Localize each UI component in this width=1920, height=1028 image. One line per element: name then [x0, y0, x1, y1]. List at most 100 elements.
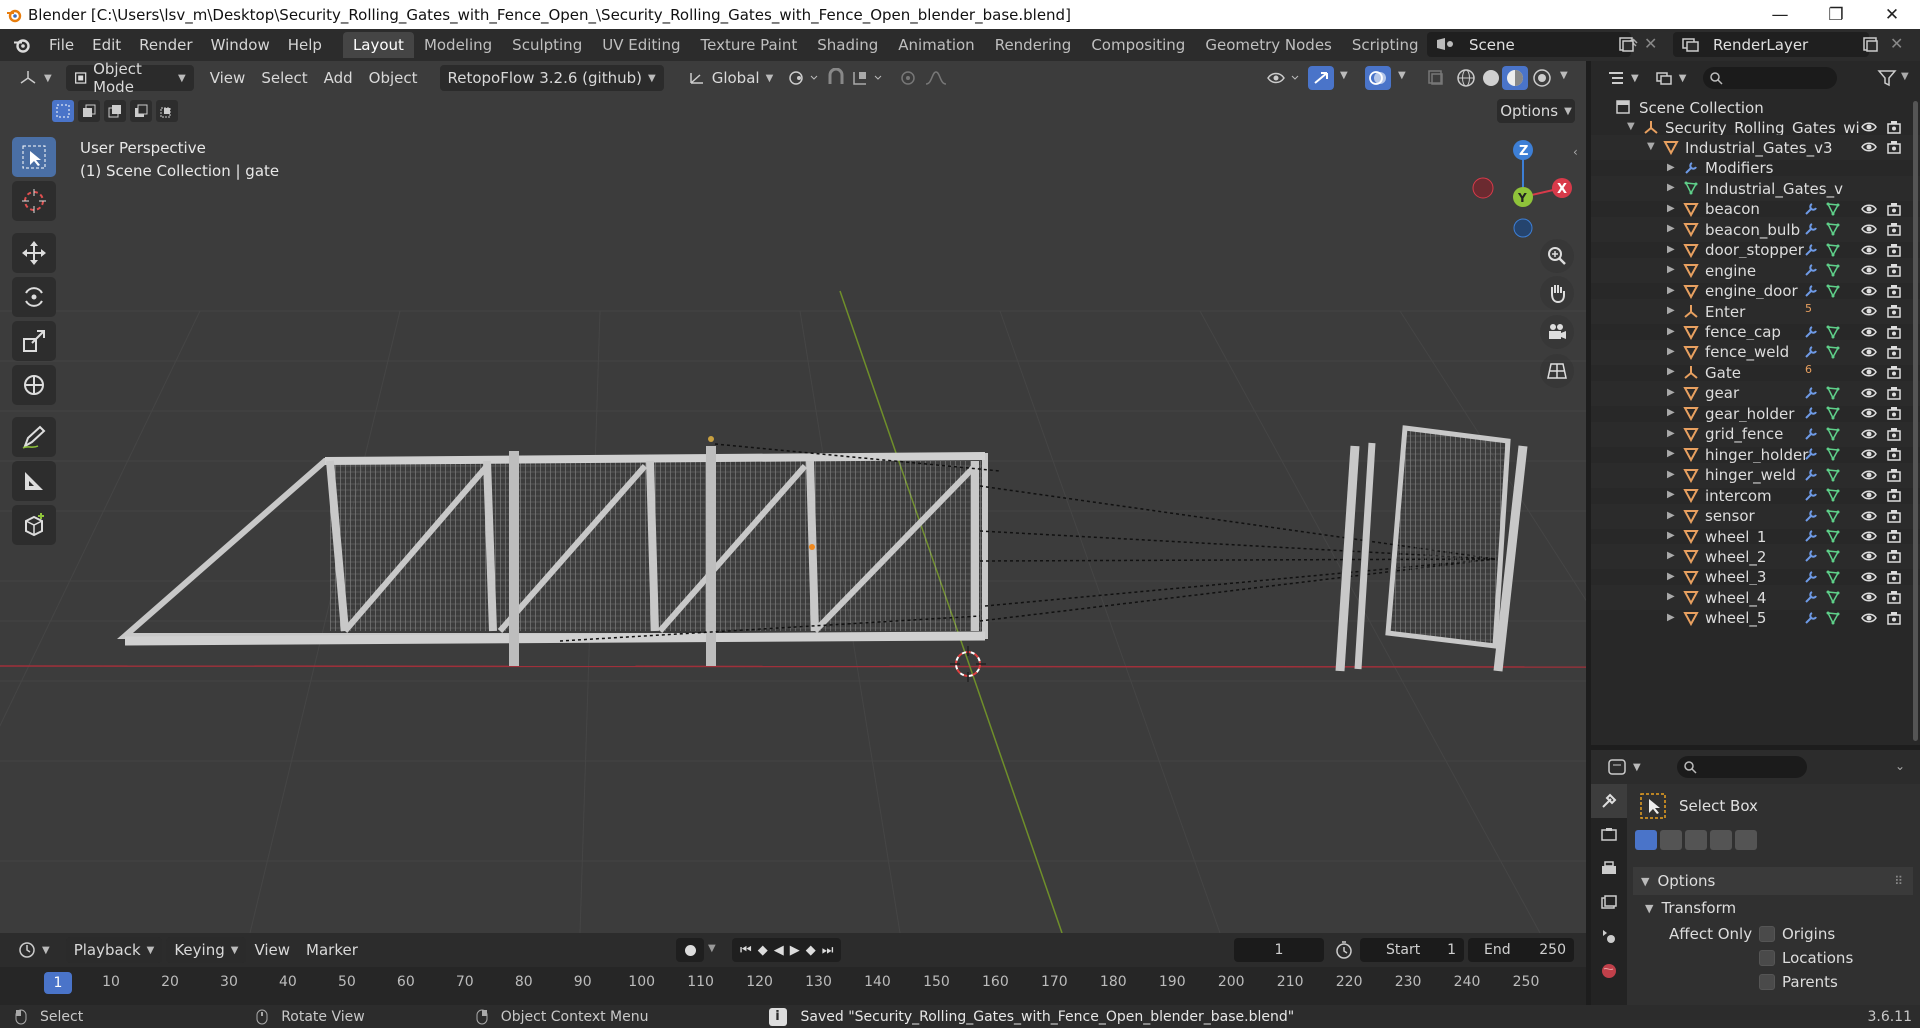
mesh-data-icon[interactable] — [1825, 201, 1841, 217]
options-section-header[interactable]: ▼ Options ⠿ — [1633, 867, 1913, 895]
tab-rendering[interactable]: Rendering — [985, 32, 1082, 58]
render-camera-icon[interactable] — [1886, 589, 1902, 605]
mesh-data-icon[interactable] — [1825, 405, 1841, 421]
toggle-perspective-button[interactable] — [1540, 354, 1574, 388]
editor-type-button[interactable]: ▼ — [10, 65, 60, 91]
visibility-eye-icon[interactable] — [1861, 364, 1877, 380]
expand-arrow-icon[interactable]: ▶ — [1667, 591, 1675, 602]
playhead-frame-indicator[interactable]: 1 — [44, 972, 72, 994]
xray-icon[interactable] — [1426, 68, 1446, 88]
mesh-data-icon[interactable] — [1825, 385, 1841, 401]
select-intersect-button[interactable] — [156, 100, 178, 122]
properties-editor-type-button[interactable]: ▼ — [1599, 754, 1649, 780]
props-select-subtract-button[interactable] — [1685, 830, 1707, 850]
visibility-eye-icon[interactable] — [1861, 303, 1877, 319]
scene-tab[interactable] — [1591, 920, 1627, 954]
expand-arrow-icon[interactable]: ▶ — [1667, 428, 1675, 439]
mesh-data-icon[interactable] — [1825, 242, 1841, 258]
scene-selector[interactable]: Scene — [1427, 32, 1638, 57]
maximize-button[interactable]: ❐ — [1808, 0, 1864, 29]
measure-tool[interactable] — [12, 461, 56, 501]
record-dropdown-icon[interactable]: ▼ — [708, 943, 716, 954]
mesh-data-icon[interactable] — [1825, 487, 1841, 503]
new-view-layer-icon[interactable] — [1862, 36, 1880, 54]
properties-search-input[interactable] — [1677, 756, 1807, 778]
remove-scene-icon[interactable]: ✕ — [1644, 34, 1657, 53]
outliner-search-input[interactable] — [1703, 67, 1837, 89]
modifier-wrench-icon[interactable] — [1803, 467, 1819, 483]
visibility-eye-icon[interactable] — [1861, 528, 1877, 544]
rendered-shading-icon[interactable] — [1532, 68, 1552, 88]
tab-animation[interactable]: Animation — [888, 32, 984, 58]
render-camera-icon[interactable] — [1886, 303, 1902, 319]
play-icon[interactable]: ▶ — [790, 943, 800, 958]
outliner-row[interactable]: ▶ wheel_5 — [1591, 606, 1920, 631]
gizmo-toggle-button[interactable] — [1308, 66, 1334, 90]
mesh-data-icon[interactable] — [1825, 569, 1841, 585]
visibility-eye-icon[interactable] — [1861, 385, 1877, 401]
tab-modeling[interactable]: Modeling — [414, 32, 502, 58]
expand-arrow-icon[interactable]: ▶ — [1667, 366, 1675, 377]
mesh-data-icon[interactable] — [1825, 221, 1841, 237]
timeline-marker-menu[interactable]: Marker — [298, 937, 366, 963]
cursor-tool[interactable] — [12, 181, 56, 221]
expand-arrow-icon[interactable]: ▶ — [1667, 489, 1675, 500]
start-frame-field[interactable]: Start 1 — [1360, 938, 1464, 962]
expand-arrow-icon[interactable]: ▶ — [1667, 244, 1675, 255]
menu-object[interactable]: Object — [361, 65, 426, 91]
timeline-ruler[interactable]: 1 10 20 30 40 50 60 70 80 90 100 110 120 130 140 150 16… — [0, 969, 1586, 997]
playback-menu[interactable]: Playback ▼ — [65, 937, 163, 963]
render-camera-icon[interactable] — [1886, 426, 1902, 442]
menu-view[interactable]: View — [202, 65, 254, 91]
next-keyframe-icon[interactable]: ◆ — [806, 943, 816, 958]
visibility-eye-icon[interactable] — [1861, 589, 1877, 605]
visibility-selectability-icon[interactable] — [1266, 69, 1302, 87]
tab-geometry-nodes[interactable]: Geometry Nodes — [1195, 32, 1342, 58]
wireframe-shading-icon[interactable] — [1456, 68, 1476, 88]
mesh-data-icon[interactable] — [1825, 508, 1841, 524]
filter-dropdown-icon[interactable]: ▼ — [1901, 71, 1909, 82]
visibility-eye-icon[interactable] — [1861, 548, 1877, 564]
expand-arrow-icon[interactable]: ▶ — [1667, 305, 1675, 316]
retopoflow-menu[interactable]: RetopoFlow 3.2.6 (github) ▼ — [439, 65, 664, 91]
expand-arrow-icon[interactable]: ▶ — [1667, 407, 1675, 418]
modifier-wrench-icon[interactable] — [1803, 548, 1819, 564]
mesh-data-icon[interactable] — [1825, 548, 1841, 564]
shading-dropdown-icon[interactable]: ▼ — [1560, 70, 1568, 81]
expand-arrow-icon[interactable]: ▶ — [1667, 346, 1675, 357]
annotate-tool[interactable] — [12, 417, 56, 457]
navigation-gizmo[interactable]: Z X Y — [1472, 140, 1572, 238]
view-layer-selector[interactable]: RenderLayer — [1673, 32, 1869, 57]
modifier-wrench-icon[interactable] — [1803, 221, 1819, 237]
parents-checkbox-row[interactable]: Parents — [1759, 973, 1838, 991]
modifier-wrench-icon[interactable] — [1803, 589, 1819, 605]
mesh-data-icon[interactable] — [1825, 283, 1841, 299]
menu-select[interactable]: Select — [253, 65, 315, 91]
transform-orientation-selector[interactable]: Global ▼ — [680, 65, 782, 91]
expand-arrow-icon[interactable]: ▶ — [1667, 182, 1675, 193]
menu-window[interactable]: Window — [202, 36, 279, 54]
props-select-difference-button[interactable] — [1710, 830, 1732, 850]
transform-subsection-header[interactable]: ▼ Transform — [1645, 895, 1736, 921]
render-camera-icon[interactable] — [1886, 446, 1902, 462]
mesh-data-icon[interactable] — [1825, 426, 1841, 442]
visibility-eye-icon[interactable] — [1861, 242, 1877, 258]
modifier-wrench-icon[interactable] — [1803, 508, 1819, 524]
select-extend-button[interactable] — [78, 100, 100, 122]
modifier-wrench-icon[interactable] — [1803, 201, 1819, 217]
camera-view-button[interactable] — [1540, 315, 1574, 349]
collapse-arrow-icon[interactable]: ▼ — [1627, 121, 1635, 132]
locations-checkbox-row[interactable]: Locations — [1759, 949, 1853, 967]
tab-sculpting[interactable]: Sculpting — [502, 32, 592, 58]
expand-arrow-icon[interactable]: ▶ — [1667, 326, 1675, 337]
output-tab[interactable] — [1591, 852, 1627, 886]
transform-tool[interactable] — [12, 365, 56, 405]
render-camera-icon[interactable] — [1886, 119, 1902, 135]
tab-compositing[interactable]: Compositing — [1081, 32, 1195, 58]
locations-checkbox[interactable] — [1759, 950, 1775, 966]
add-cube-tool[interactable] — [12, 505, 56, 545]
tab-shading[interactable]: Shading — [807, 32, 888, 58]
solid-shading-icon[interactable] — [1481, 68, 1501, 88]
menu-add[interactable]: Add — [316, 65, 361, 91]
pivot-point-icon[interactable] — [787, 69, 821, 87]
